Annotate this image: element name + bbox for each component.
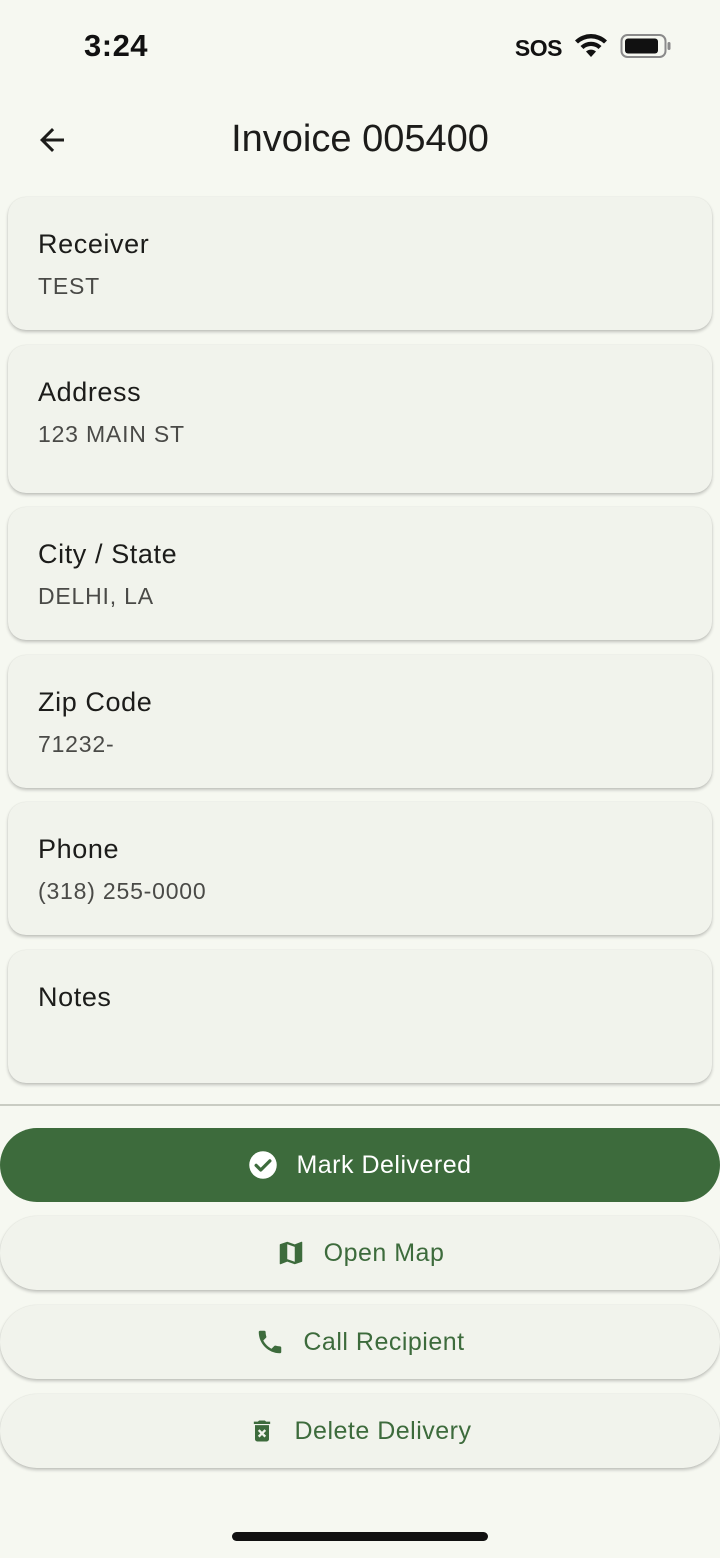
- mark-delivered-label: Mark Delivered: [296, 1150, 472, 1179]
- wifi-icon: [574, 33, 608, 64]
- phone-card[interactable]: Phone (318) 255-0000: [8, 802, 712, 935]
- address-value: 123 MAIN ST: [38, 421, 185, 447]
- notes-card: Notes: [8, 950, 712, 1083]
- receiver-label: Receiver: [38, 229, 150, 259]
- city-state-value: DELHI, LA: [38, 583, 154, 609]
- divider: [0, 1104, 720, 1106]
- status-indicators: SOS: [515, 33, 672, 64]
- call-recipient-label: Call Recipient: [303, 1327, 465, 1356]
- check-circle-icon: [248, 1150, 278, 1180]
- city-state-card: City / State DELHI, LA: [8, 507, 712, 640]
- delete-icon: [248, 1416, 276, 1446]
- page-title: Invoice 005400: [231, 118, 489, 160]
- mark-delivered-button[interactable]: Mark Delivered: [0, 1128, 720, 1202]
- delete-delivery-button[interactable]: Delete Delivery: [0, 1394, 720, 1468]
- battery-icon: [620, 33, 672, 64]
- home-indicator: [232, 1532, 488, 1541]
- open-map-label: Open Map: [323, 1238, 445, 1267]
- city-state-label: City / State: [38, 539, 178, 569]
- notes-label: Notes: [38, 982, 112, 1012]
- address-label: Address: [38, 377, 142, 407]
- invoice-detail-screen: 3:24 SOS Invoice 005400 Receiver TEST Ad…: [0, 0, 720, 1558]
- status-bar: 3:24 SOS: [0, 0, 720, 96]
- map-icon: [276, 1238, 306, 1268]
- address-card: Address 123 MAIN ST: [8, 345, 712, 493]
- zip-code-card: Zip Code 71232-: [8, 655, 712, 788]
- status-time: 3:24: [84, 28, 149, 63]
- phone-label: Phone: [38, 834, 120, 864]
- receiver-card: Receiver TEST: [8, 197, 712, 330]
- zip-code-value: 71232-: [38, 731, 115, 757]
- phone-value: (318) 255-0000: [38, 878, 207, 904]
- sos-indicator: SOS: [514, 35, 563, 61]
- app-bar: Invoice 005400: [0, 96, 720, 186]
- phone-icon: [255, 1327, 285, 1357]
- delete-delivery-label: Delete Delivery: [294, 1416, 472, 1445]
- open-map-button[interactable]: Open Map: [0, 1216, 720, 1290]
- call-recipient-button[interactable]: Call Recipient: [0, 1305, 720, 1379]
- zip-code-label: Zip Code: [38, 687, 153, 717]
- receiver-value: TEST: [38, 273, 100, 299]
